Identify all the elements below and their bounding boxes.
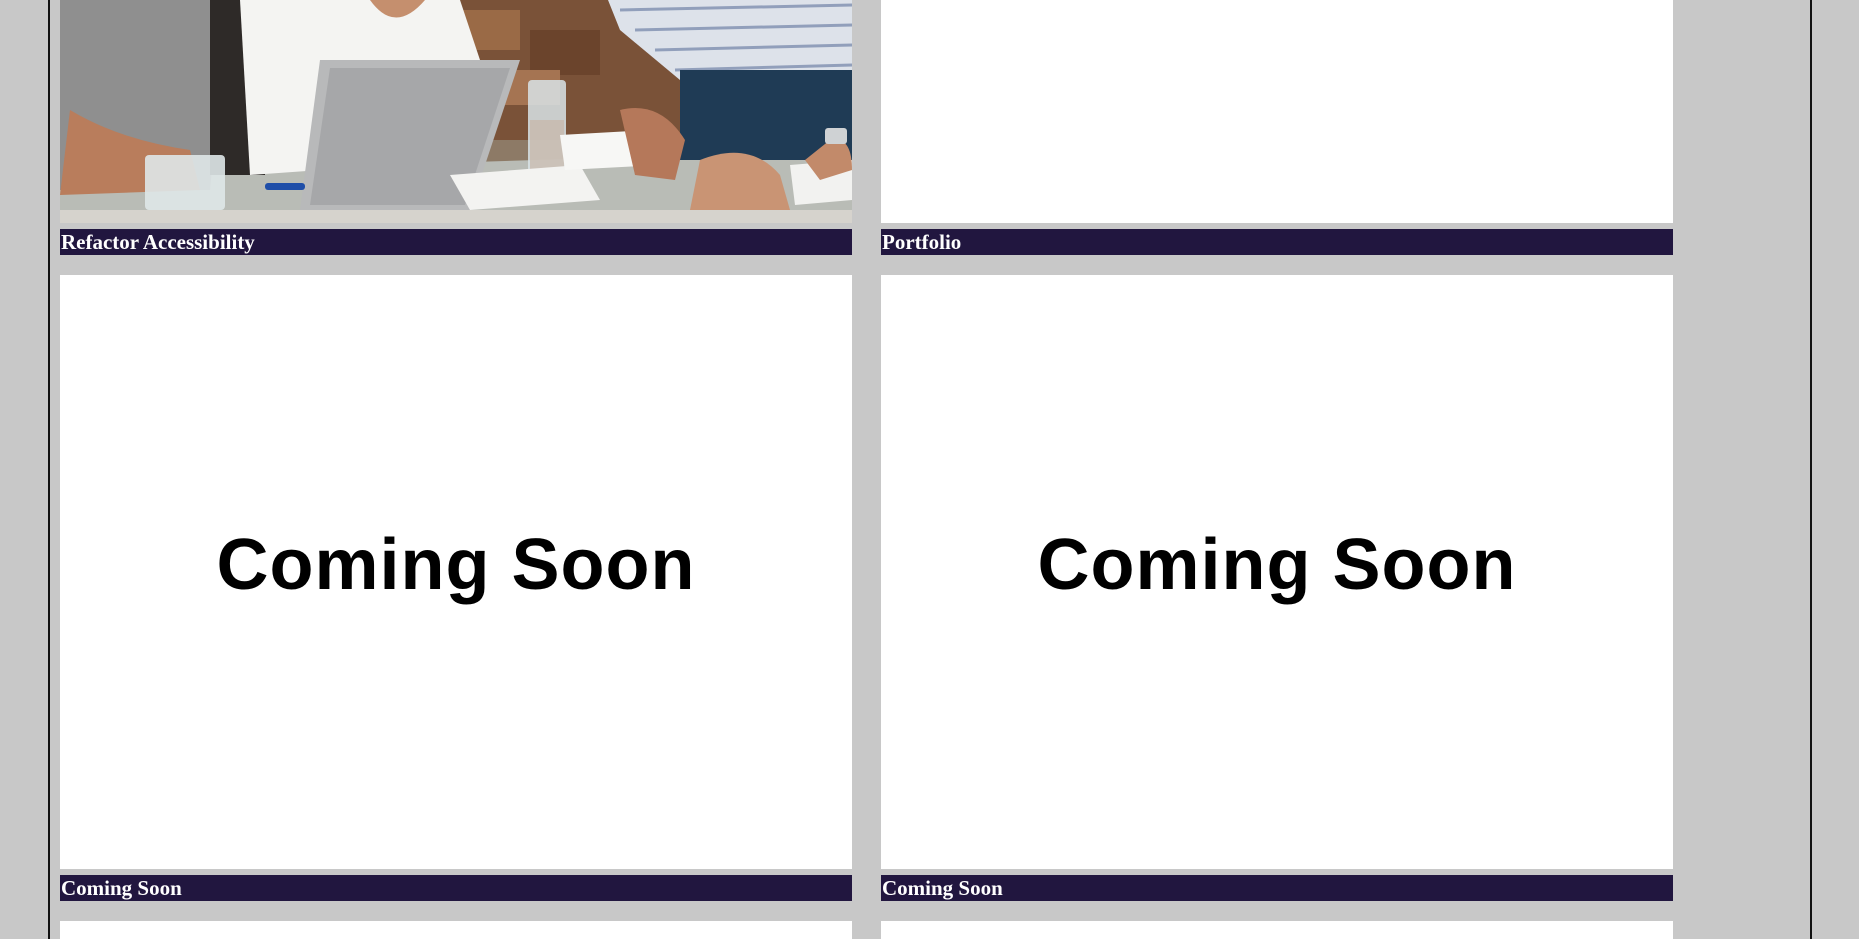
coming-soon-image[interactable]: Coming Soon: [881, 275, 1673, 869]
coming-soon-image[interactable]: Coming Soon: [60, 275, 852, 869]
card-caption-coming-soon[interactable]: Coming Soon: [60, 875, 852, 901]
portfolio-page: Refactor Accessibility Portfolio Coming …: [0, 0, 1859, 939]
coming-soon-image-text: Coming Soon: [1037, 525, 1517, 605]
next-card-image[interactable]: [60, 921, 852, 939]
coming-soon-image-text: Coming Soon: [216, 525, 696, 605]
left-border-line: [48, 0, 50, 939]
card-caption-coming-soon[interactable]: Coming Soon: [881, 875, 1673, 901]
right-border-line: [1810, 0, 1812, 939]
card-caption-portfolio[interactable]: Portfolio: [881, 229, 1673, 255]
team-meeting-photo: [60, 0, 852, 210]
portfolio-image[interactable]: [881, 0, 1673, 223]
refactor-accessibility-image[interactable]: [60, 0, 852, 210]
next-card-image[interactable]: [881, 921, 1673, 939]
card-caption-refactor-accessibility[interactable]: Refactor Accessibility: [60, 229, 852, 255]
